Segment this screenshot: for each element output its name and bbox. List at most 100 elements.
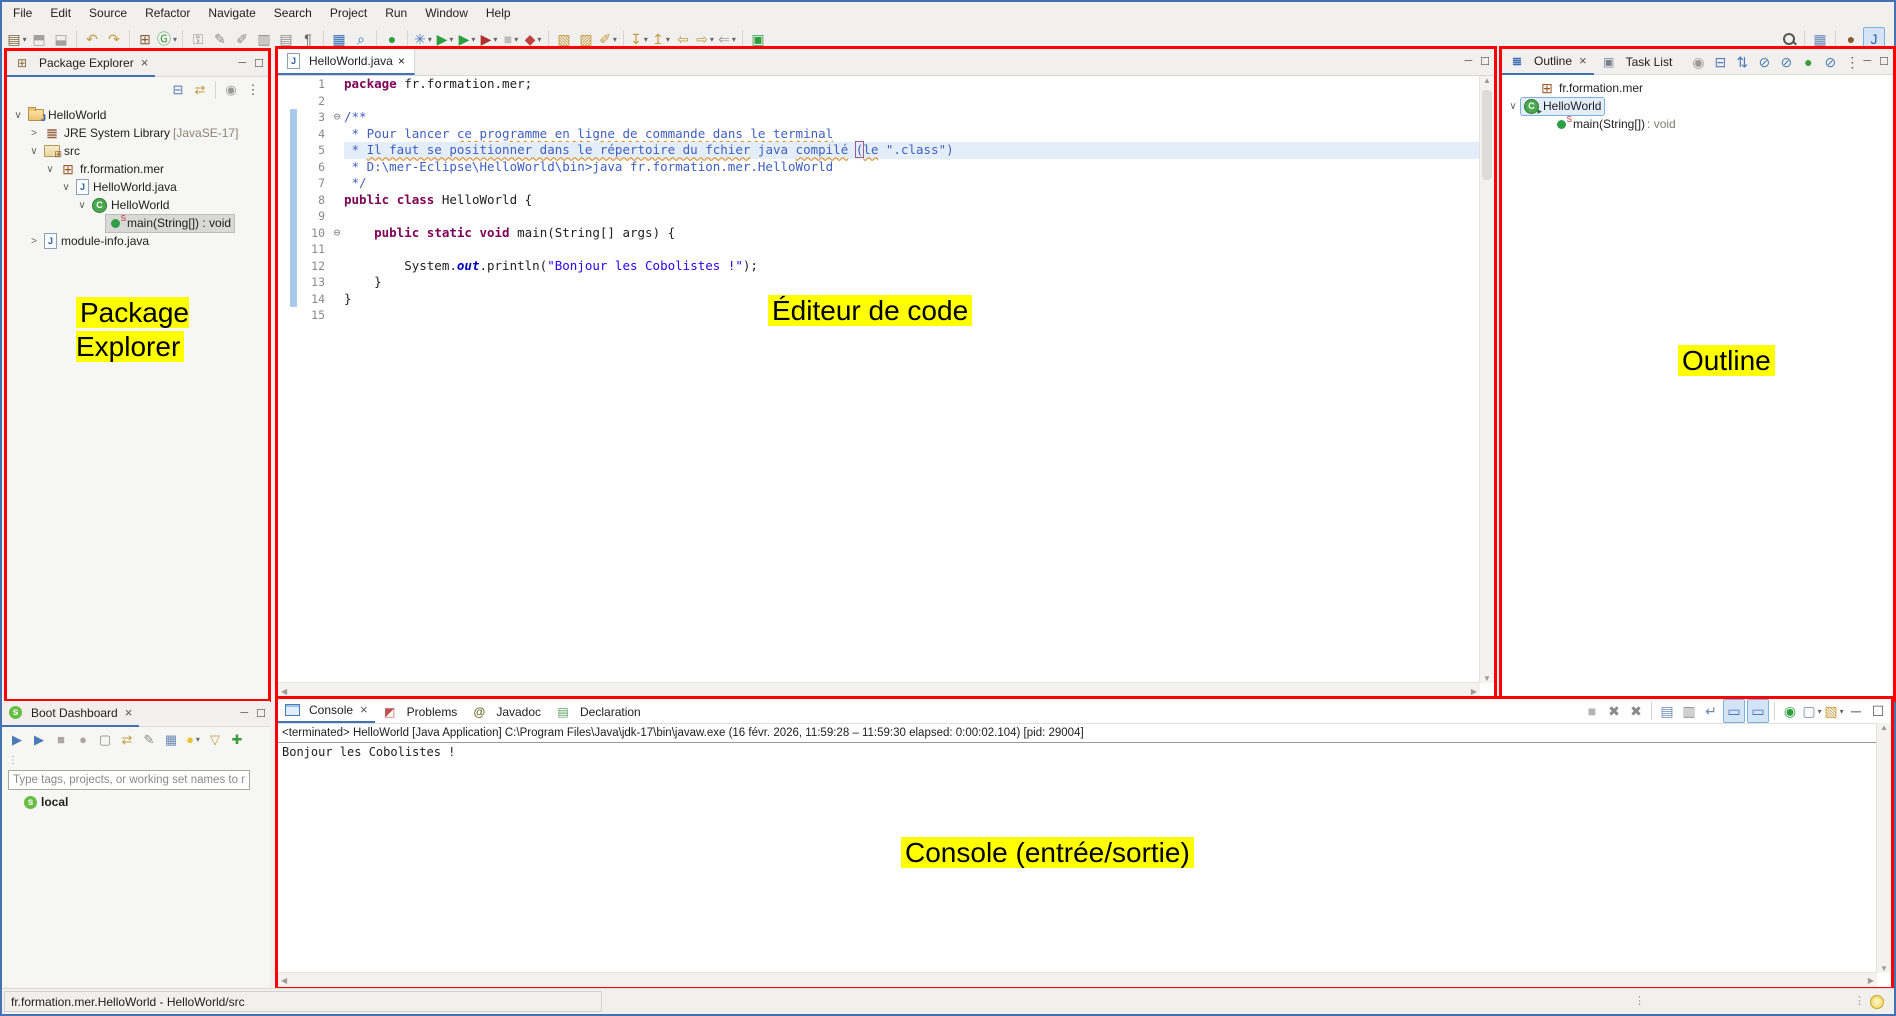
tree-item-helloworld[interactable]: ∨HelloWorld xyxy=(7,106,268,124)
dropdown-arrow-icon[interactable]: ▾ xyxy=(613,35,617,44)
tree-item-helloworld[interactable]: ∨HelloWorld xyxy=(1502,97,1893,115)
minimize-icon[interactable]: ─ xyxy=(1846,700,1866,722)
view-menu-icon[interactable]: ⋮ xyxy=(1842,51,1862,73)
console-horizontal-scrollbar[interactable]: ◀ ▶ xyxy=(278,972,1877,987)
code-line-4[interactable]: 4 * Pour lancer ce programme en ligne de… xyxy=(278,126,1480,143)
tab-javadoc[interactable]: Javadoc xyxy=(464,700,548,723)
minimize-icon[interactable]: ─ xyxy=(1863,55,1871,67)
code-area[interactable]: 1package fr.formation.mer;23⊖/**4 * Pour… xyxy=(278,76,1480,683)
tree-item-main-string-void[interactable]: main(String[]) : void xyxy=(7,214,268,232)
new-wizard-icon[interactable]: ▤▾ xyxy=(7,28,27,50)
menu-run[interactable]: Run xyxy=(376,4,416,22)
console-vertical-scrollbar[interactable]: ▲ ▼ xyxy=(1876,723,1891,973)
scroll-up-icon[interactable]: ▲ xyxy=(1483,76,1491,85)
focus-icon[interactable]: ◉ xyxy=(1688,51,1708,73)
hide-local-types-icon[interactable]: ⊘ xyxy=(1820,51,1840,73)
dropdown-arrow-icon[interactable]: ▾ xyxy=(1818,707,1822,716)
scroll-right-icon[interactable]: ▶ xyxy=(1868,976,1874,985)
expander-icon[interactable]: ∨ xyxy=(27,146,41,157)
menu-search[interactable]: Search xyxy=(265,4,321,22)
menu-file[interactable]: File xyxy=(4,4,41,22)
sort-icon[interactable]: ⇅ xyxy=(1732,51,1752,73)
menu-edit[interactable]: Edit xyxy=(41,4,80,22)
menu-window[interactable]: Window xyxy=(416,4,477,22)
dropdown-arrow-icon[interactable]: ▾ xyxy=(173,35,177,44)
tab-console[interactable]: Console× xyxy=(278,698,375,723)
code-line-1[interactable]: 1package fr.formation.mer; xyxy=(278,76,1480,93)
tree-item-fr-formation-mer[interactable]: fr.formation.mer xyxy=(1502,79,1893,97)
pin-console-icon[interactable]: ◉ xyxy=(1780,700,1800,722)
dropdown-arrow-icon[interactable]: ▾ xyxy=(428,35,432,44)
tree-item-jre-system-library[interactable]: >JRE System Library[JavaSE-17] xyxy=(7,124,268,142)
tree-item-helloworld-java[interactable]: ∨HelloWorld.java xyxy=(7,178,268,196)
tree-item-src[interactable]: ∨src xyxy=(7,142,268,160)
drag-handle-icon[interactable]: ⋮ xyxy=(2,752,270,768)
dropdown-arrow-icon[interactable]: ▾ xyxy=(196,735,200,744)
menu-project[interactable]: Project xyxy=(321,4,376,22)
collapse-all-icon[interactable]: ⊟ xyxy=(168,79,188,101)
tab-problems[interactable]: Problems xyxy=(375,700,465,723)
open-console-icon[interactable]: ▧▾ xyxy=(1824,700,1844,722)
lightbulb-icon[interactable]: ●▾ xyxy=(183,729,203,751)
collapse-all-icon[interactable]: ⊟ xyxy=(1710,51,1730,73)
focus-icon[interactable]: ◉ xyxy=(221,79,241,101)
code-line-7[interactable]: 7 */ xyxy=(278,175,1480,192)
close-icon[interactable]: × xyxy=(1579,53,1587,68)
close-icon[interactable]: × xyxy=(141,55,149,70)
dropdown-arrow-icon[interactable]: ▾ xyxy=(471,35,475,44)
scroll-left-icon[interactable]: ◀ xyxy=(281,687,287,696)
open-console-icon[interactable]: ▢ xyxy=(95,729,115,751)
tab-boot-dashboard[interactable]: Boot Dashboard × xyxy=(2,701,139,727)
scroll-down-icon[interactable]: ▼ xyxy=(1880,964,1888,973)
expander-icon[interactable]: ∨ xyxy=(11,110,25,121)
minimize-icon[interactable]: ─ xyxy=(1464,55,1472,67)
dropdown-arrow-icon[interactable]: ▾ xyxy=(732,35,736,44)
dropdown-arrow-icon[interactable]: ▾ xyxy=(710,35,714,44)
link-with-editor-icon[interactable]: ⇄ xyxy=(190,79,210,101)
expander-icon[interactable]: ∨ xyxy=(43,164,57,175)
redeploy-icon[interactable]: ⇄ xyxy=(117,729,137,751)
restart-icon[interactable]: ● xyxy=(73,729,93,751)
word-wrap-icon[interactable]: ↵ xyxy=(1701,700,1721,722)
save-all-icon[interactable]: ⬓ xyxy=(51,28,71,50)
tree-item-main-string[interactable]: main(String[]): void xyxy=(1502,115,1893,133)
scroll-up-icon[interactable]: ▲ xyxy=(1880,723,1888,732)
add-icon[interactable]: ✚ xyxy=(227,729,247,751)
code-line-11[interactable]: 11 xyxy=(278,241,1480,258)
code-line-3[interactable]: 3⊖/** xyxy=(278,109,1480,126)
fold-collapse-icon[interactable]: ⊖ xyxy=(330,225,344,242)
hide-fields-icon[interactable]: ⊘ xyxy=(1754,51,1774,73)
new-java-project-icon[interactable]: Ⓖ▾ xyxy=(157,28,177,50)
hide-static-members-icon[interactable]: ⊘ xyxy=(1776,51,1796,73)
terminate-icon[interactable]: ■ xyxy=(1582,700,1602,722)
build-all-icon[interactable]: ⊞ xyxy=(135,28,155,50)
start-with-profile-icon[interactable]: ▶ xyxy=(29,729,49,751)
edit-icon[interactable]: ✎ xyxy=(139,729,159,751)
redo-icon[interactable]: ↷ xyxy=(104,28,124,50)
menu-help[interactable]: Help xyxy=(477,4,520,22)
code-line-6[interactable]: 6 * D:\mer-Eclipse\HelloWorld\bin>java f… xyxy=(278,159,1480,176)
new-java-working-set-icon[interactable]: ⚿ xyxy=(188,28,208,50)
dropdown-arrow-icon[interactable]: ▾ xyxy=(644,35,648,44)
tree-item-helloworld[interactable]: ∨HelloWorld xyxy=(7,196,268,214)
save-icon[interactable]: ⬒ xyxy=(29,28,49,50)
editor-vertical-scrollbar[interactable]: ▲ ▼ xyxy=(1479,76,1494,683)
hide-non-public-icon[interactable]: ● xyxy=(1798,51,1818,73)
open-type-hierarchy-icon[interactable]: ▥ xyxy=(254,28,274,50)
code-line-9[interactable]: 9 xyxy=(278,208,1480,225)
code-line-13[interactable]: 13 } xyxy=(278,274,1480,291)
start-icon[interactable]: ▶ xyxy=(7,729,27,751)
menu-source[interactable]: Source xyxy=(80,4,136,22)
close-icon[interactable]: × xyxy=(360,702,368,717)
tab-outline[interactable]: Outline × xyxy=(1502,49,1594,75)
code-line-5[interactable]: 5 * Il faut se positionner dans le réper… xyxy=(278,142,1480,159)
scroll-left-icon[interactable]: ◀ xyxy=(281,976,287,985)
show-on-stdout-icon[interactable]: ▭ xyxy=(1723,699,1745,723)
scroll-lock-icon[interactable]: ▥ xyxy=(1679,700,1699,722)
scroll-right-icon[interactable]: ▶ xyxy=(1471,687,1477,696)
properties-icon[interactable]: ▦ xyxy=(161,729,181,751)
close-icon[interactable]: × xyxy=(398,54,405,68)
dropdown-arrow-icon[interactable]: ▾ xyxy=(1840,707,1844,716)
tree-item-module-info-java[interactable]: >module-info.java xyxy=(7,232,268,250)
minimize-icon[interactable]: ─ xyxy=(240,707,248,719)
